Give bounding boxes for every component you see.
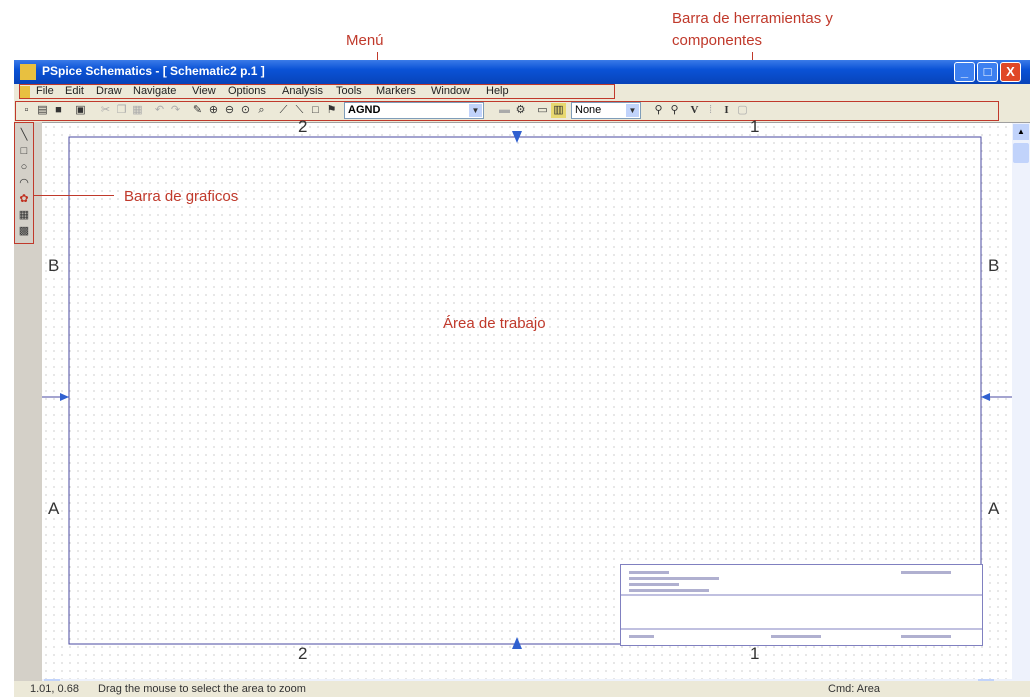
menu-annotation: Menú bbox=[346, 32, 384, 49]
status-bar: 1.01, 0.68 Drag the mouse to select the … bbox=[14, 681, 1030, 697]
app-window: PSpice Schematics - [ Schematic2 p.1 ] _… bbox=[14, 60, 1030, 697]
new-file-icon[interactable]: ▫ bbox=[19, 103, 34, 118]
chevron-down-icon[interactable]: ▼ bbox=[469, 104, 482, 117]
menu-help[interactable]: Help bbox=[486, 85, 509, 97]
setup-icon[interactable]: ▬ bbox=[497, 103, 512, 118]
zoom-out-icon[interactable]: ⊖ bbox=[222, 103, 237, 118]
maximize-button[interactable]: □ bbox=[977, 62, 998, 82]
menu-analysis[interactable]: Analysis bbox=[282, 85, 323, 97]
save-icon[interactable]: ■ bbox=[51, 103, 66, 118]
part-combo-value: AGND bbox=[348, 104, 381, 116]
draw-circle-icon[interactable]: ○ bbox=[17, 160, 31, 174]
redo-icon[interactable]: ↷ bbox=[168, 103, 183, 118]
scroll-thumb[interactable] bbox=[1013, 143, 1029, 163]
app-icon bbox=[20, 64, 36, 80]
zone-right-b: B bbox=[988, 256, 1000, 275]
menu-markers[interactable]: Markers bbox=[376, 85, 416, 97]
zoom-fit-icon[interactable]: ⌕ bbox=[254, 103, 269, 118]
graphics-annotation: Barra de graficos bbox=[124, 188, 239, 205]
zone-top-2: 2 bbox=[298, 117, 308, 136]
menu-options[interactable]: Options bbox=[228, 85, 266, 97]
window-title: PSpice Schematics - [ Schematic2 p.1 ] bbox=[42, 64, 265, 78]
menu-view[interactable]: View bbox=[192, 85, 216, 97]
marker-combo[interactable]: None ▼ bbox=[571, 102, 641, 119]
open-file-icon[interactable]: ▤ bbox=[35, 103, 50, 118]
status-cmd: Cmd: Area bbox=[828, 683, 880, 695]
title-block bbox=[620, 564, 983, 646]
probe-icon[interactable]: ▭ bbox=[535, 103, 550, 118]
menu-draw[interactable]: Draw bbox=[96, 85, 122, 97]
draw-block-icon[interactable]: □ bbox=[308, 103, 323, 118]
print-icon[interactable]: ▣ bbox=[73, 103, 88, 118]
toolbar: ▫ ▤ ■ ▣ ✂ ❐ ▦ ↶ ↷ ✎ ⊕ ⊖ ⊙ ⌕ ⟋ ⟍ □ ⚑ AGND… bbox=[14, 100, 1030, 123]
current-marker-button[interactable]: I bbox=[719, 103, 734, 118]
draw-polyline-icon[interactable]: ▦ bbox=[17, 208, 31, 222]
toolbar-annotation-line2: componentes bbox=[672, 32, 763, 49]
minimize-button[interactable]: _ bbox=[954, 62, 975, 82]
toolbar-annotation-line1: Barra de herramientas y bbox=[672, 10, 833, 27]
draw-box-icon[interactable]: □ bbox=[17, 144, 31, 158]
bias-icon[interactable]: ▢ bbox=[735, 103, 750, 118]
menu-edit[interactable]: Edit bbox=[65, 85, 84, 97]
graphics-toolbar: ╲ □ ○ ◠ ✿ ▦ ▩ bbox=[14, 122, 42, 677]
insert-picture-icon[interactable]: ▩ bbox=[17, 224, 31, 238]
symbol-icon[interactable]: ▥ bbox=[551, 103, 566, 118]
status-message: Drag the mouse to select the area to zoo… bbox=[98, 683, 306, 695]
workarea-annotation: Área de trabajo bbox=[443, 315, 546, 332]
chevron-down-icon[interactable]: ▼ bbox=[626, 104, 639, 117]
copy-icon[interactable]: ❐ bbox=[114, 103, 129, 118]
draw-text-icon[interactable]: ✿ bbox=[17, 192, 31, 206]
menu-file[interactable]: File bbox=[36, 85, 54, 97]
marker-icon-2[interactable]: ⚲ bbox=[667, 103, 682, 118]
menu-tools[interactable]: Tools bbox=[336, 85, 362, 97]
status-coords: 1.01, 0.68 bbox=[30, 683, 79, 695]
schematic-canvas[interactable]: 2 1 2 1 B B A A bbox=[42, 117, 1012, 679]
simulate-icon[interactable]: ⚙ bbox=[513, 103, 528, 118]
zone-right-a: A bbox=[988, 499, 1000, 518]
draw-arc-icon[interactable]: ◠ bbox=[17, 176, 31, 190]
zoom-area-icon[interactable]: ⊙ bbox=[238, 103, 253, 118]
cut-icon[interactable]: ✂ bbox=[98, 103, 113, 118]
get-part-icon[interactable]: ⚑ bbox=[324, 103, 339, 118]
scroll-up-icon[interactable]: ▲ bbox=[1013, 124, 1029, 140]
zone-left-a: A bbox=[48, 499, 60, 518]
vertical-scrollbar[interactable]: ▲ bbox=[1012, 123, 1030, 679]
draw-line-icon[interactable]: ╲ bbox=[17, 128, 31, 142]
title-bar[interactable]: PSpice Schematics - [ Schematic2 p.1 ] _… bbox=[14, 60, 1030, 84]
draw-bus-icon[interactable]: ⟍ bbox=[292, 103, 307, 118]
undo-icon[interactable]: ↶ bbox=[152, 103, 167, 118]
draw-wire-icon[interactable]: ⟋ bbox=[276, 103, 291, 118]
menu-window[interactable]: Window bbox=[431, 85, 470, 97]
zone-bottom-1: 1 bbox=[750, 644, 760, 663]
close-button[interactable]: X bbox=[1000, 62, 1021, 82]
zone-bottom-2: 2 bbox=[298, 644, 308, 663]
marker-combo-value: None bbox=[575, 104, 602, 116]
marker-icon-1[interactable]: ⚲ bbox=[651, 103, 666, 118]
graphics-annotation-line bbox=[34, 195, 114, 196]
current-marker-icon-sep: ⁞ bbox=[708, 104, 713, 116]
part-combo[interactable]: AGND ▼ bbox=[344, 102, 484, 119]
menu-navigate[interactable]: Navigate bbox=[133, 85, 176, 97]
menu-bar: File Edit Draw Navigate View Options Ana… bbox=[14, 84, 1030, 100]
zone-top-1: 1 bbox=[750, 117, 760, 136]
zone-left-b: B bbox=[48, 256, 60, 275]
paste-icon[interactable]: ▦ bbox=[130, 103, 145, 118]
zoom-in-icon[interactable]: ⊕ bbox=[206, 103, 221, 118]
redraw-icon[interactable]: ✎ bbox=[190, 103, 205, 118]
voltage-marker-button[interactable]: V bbox=[687, 103, 702, 118]
